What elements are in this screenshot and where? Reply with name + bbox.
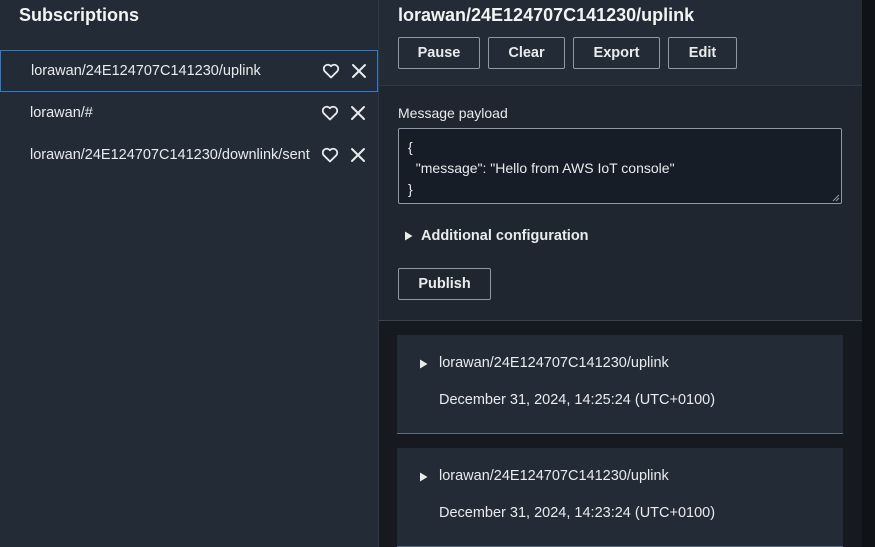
subscriptions-title: Subscriptions xyxy=(19,5,140,25)
close-icon[interactable] xyxy=(348,103,368,123)
heart-icon[interactable] xyxy=(320,103,340,123)
mqtt-test-client: Subscriptions lorawan/24E124707C141230/u… xyxy=(0,0,875,547)
payload-label: Message payload xyxy=(398,105,508,121)
caret-right-icon[interactable] xyxy=(419,472,428,482)
topic-title: lorawan/24E124707C141230/uplink xyxy=(398,5,695,25)
subscription-item[interactable]: lorawan/24E124707C141230/downlink/sent xyxy=(0,134,378,176)
export-button[interactable]: Export xyxy=(573,37,660,69)
additional-configuration-toggle[interactable]: Additional configuration xyxy=(404,228,589,244)
message-card[interactable] xyxy=(397,335,843,434)
scrollbar[interactable] xyxy=(862,0,875,547)
message-topic: lorawan/24E124707C141230/uplink xyxy=(439,468,669,484)
publish-button[interactable]: Publish xyxy=(398,268,491,300)
subscription-label: lorawan/24E124707C141230/downlink/sent xyxy=(30,147,310,163)
edit-button[interactable]: Edit xyxy=(668,37,737,69)
close-icon[interactable] xyxy=(348,145,368,165)
additional-configuration-label: Additional configuration xyxy=(421,228,589,244)
pause-button[interactable]: Pause xyxy=(398,37,480,69)
message-timestamp: December 31, 2024, 14:25:24 (UTC+0100) xyxy=(439,392,716,408)
clear-button[interactable]: Clear xyxy=(488,37,565,69)
subscription-item[interactable]: lorawan/# xyxy=(0,92,378,134)
message-timestamp: December 31, 2024, 14:23:24 (UTC+0100) xyxy=(439,505,716,521)
subscription-label: lorawan/# xyxy=(30,105,93,121)
close-icon[interactable] xyxy=(349,61,369,81)
message-topic: lorawan/24E124707C141230/uplink xyxy=(439,355,669,371)
payload-textarea[interactable]: { "message": "Hello from AWS IoT console… xyxy=(398,128,842,204)
caret-right-icon[interactable] xyxy=(419,359,428,369)
payload-text: { "message": "Hello from AWS IoT console… xyxy=(408,139,675,197)
subscriptions-panel: Subscriptions lorawan/24E124707C141230/u… xyxy=(0,0,379,547)
message-card[interactable] xyxy=(397,448,843,547)
subscription-item[interactable]: lorawan/24E124707C141230/uplink xyxy=(0,50,378,92)
resize-handle-icon[interactable] xyxy=(832,194,840,202)
subscription-label: lorawan/24E124707C141230/uplink xyxy=(31,63,261,79)
caret-right-icon xyxy=(405,231,413,241)
heart-icon[interactable] xyxy=(320,145,340,165)
heart-icon[interactable] xyxy=(321,61,341,81)
